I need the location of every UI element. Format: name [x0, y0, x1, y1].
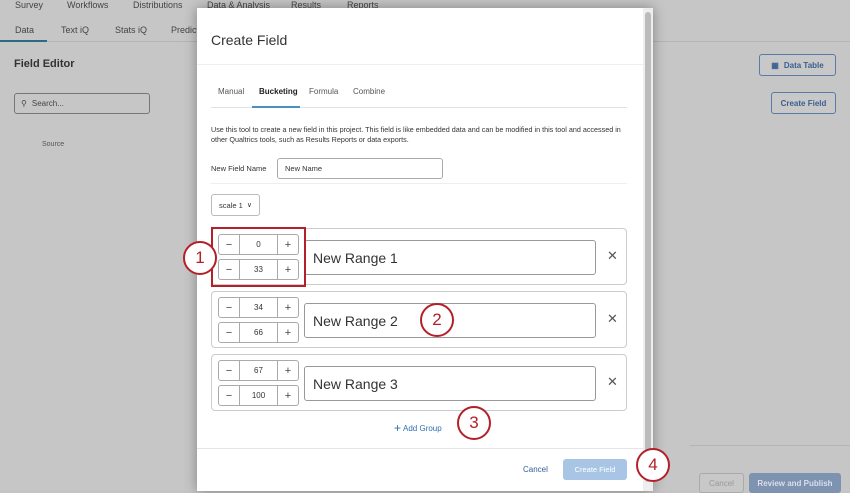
data-table-label: Data Table [783, 60, 824, 70]
nav-distributions[interactable]: Distributions [133, 0, 183, 10]
min-stepper[interactable]: −67 + [218, 360, 299, 381]
plus-icon[interactable]: + [278, 361, 298, 380]
range-group-3: −67 + −100 + New Range 3 ✕ [211, 354, 627, 411]
scrollbar[interactable] [643, 8, 653, 491]
tab-formula[interactable]: Formula [309, 87, 338, 96]
close-icon[interactable]: ✕ [607, 248, 618, 264]
create-field-button-bg[interactable]: Create Field [771, 92, 836, 114]
modal-title: Create Field [211, 32, 288, 48]
description: Use this tool to create a new field in t… [211, 125, 621, 144]
minus-icon[interactable]: − [219, 298, 239, 317]
max-value[interactable]: 100 [239, 386, 278, 405]
active-tab-indicator [252, 106, 300, 108]
search-icon: ⚲ [21, 99, 27, 108]
nav-survey[interactable]: Survey [15, 0, 43, 10]
data-table-button[interactable]: ▦ Data Table [759, 54, 836, 76]
add-group-button[interactable]: + Add Group [394, 421, 442, 435]
max-value[interactable]: 66 [239, 323, 278, 342]
table-icon: ▦ [771, 60, 779, 70]
range-group-2: −34 + −66 + New Range 2 ✕ [211, 291, 627, 348]
highlight-box [211, 227, 306, 287]
field-name-label: New Field Name [211, 164, 267, 173]
footer-divider [197, 448, 643, 449]
min-value[interactable]: 67 [239, 361, 278, 380]
divider [197, 64, 643, 65]
tab-combine[interactable]: Combine [353, 87, 385, 96]
plus-icon: + [394, 421, 402, 435]
annotation-1: 1 [183, 241, 217, 275]
search-placeholder: Search... [31, 99, 64, 108]
add-group-label: Add Group [403, 423, 442, 433]
close-icon[interactable]: ✕ [607, 311, 618, 327]
max-stepper[interactable]: −66 + [218, 322, 299, 343]
nav-workflows[interactable]: Workflows [67, 0, 108, 10]
scale-value: scale 1 [219, 200, 243, 210]
scale-dropdown[interactable]: scale 1 ∨ [211, 194, 260, 216]
create-field-button[interactable]: Create Field [563, 459, 627, 480]
page-title: Field Editor [14, 58, 75, 70]
annotation-3: 3 [457, 406, 491, 440]
subnav-stats-iq[interactable]: Stats iQ [115, 25, 147, 35]
tab-bucketing[interactable]: Bucketing [259, 87, 298, 96]
subnav-text-iq[interactable]: Text iQ [61, 25, 89, 35]
annotation-2: 2 [420, 303, 454, 337]
minus-icon[interactable]: − [219, 361, 239, 380]
minus-icon[interactable]: − [219, 386, 239, 405]
subnav-predict[interactable]: Predict [171, 25, 199, 35]
subnav-data[interactable]: Data [15, 25, 34, 35]
minus-icon[interactable]: − [219, 323, 239, 342]
cancel-button[interactable]: Cancel [523, 465, 548, 474]
tab-manual[interactable]: Manual [218, 87, 244, 96]
range-name-input[interactable]: New Range 3 [304, 366, 596, 401]
active-tab-indicator [0, 40, 47, 42]
search-input[interactable]: ⚲ Search... [14, 93, 150, 114]
field-name-input[interactable]: New Name [277, 158, 443, 179]
plus-icon[interactable]: + [278, 323, 298, 342]
divider [211, 183, 627, 184]
chevron-down-icon: ∨ [246, 202, 252, 209]
min-stepper[interactable]: −34 + [218, 297, 299, 318]
min-value[interactable]: 34 [239, 298, 278, 317]
plus-icon[interactable]: + [278, 298, 298, 317]
annotation-4: 4 [636, 448, 670, 482]
divider [690, 445, 850, 446]
range-name-input[interactable]: New Range 1 [304, 240, 596, 275]
scrollbar-thumb[interactable] [645, 12, 651, 482]
max-stepper[interactable]: −100 + [218, 385, 299, 406]
cancel-button-bg[interactable]: Cancel [699, 473, 744, 493]
close-icon[interactable]: ✕ [607, 374, 618, 390]
plus-icon[interactable]: + [278, 386, 298, 405]
review-publish-button[interactable]: Review and Publish [749, 473, 841, 493]
column-source: Source [42, 141, 65, 148]
